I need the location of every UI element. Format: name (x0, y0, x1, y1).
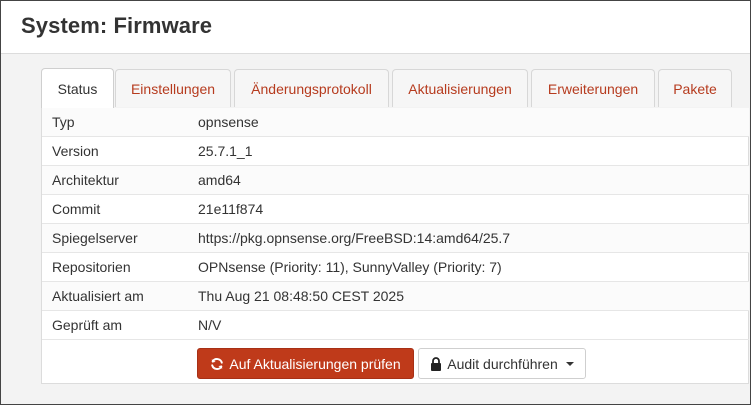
tab-label: Änderungsprotokoll (251, 80, 372, 97)
page-header: System: Firmware (1, 1, 750, 54)
table-row: Version 25.7.1_1 (42, 137, 749, 166)
row-value: N/V (198, 317, 222, 333)
row-label: Geprüft am (52, 317, 123, 333)
tab-status[interactable]: Status (41, 68, 114, 108)
row-value: 21e11f874 (198, 201, 264, 217)
tab-label: Einstellungen (130, 80, 216, 97)
row-value: opnsense (198, 114, 259, 130)
tab-aenderungsprotokoll[interactable]: Änderungsprotokoll (234, 69, 389, 107)
lock-icon (430, 356, 442, 371)
table-row: Architektur amd64 (42, 166, 749, 195)
tab-label: Pakete (673, 80, 717, 97)
row-value: https://pkg.opnsense.org/FreeBSD:14:amd6… (198, 230, 511, 246)
row-label: Architektur (52, 172, 119, 188)
row-label: Commit (52, 201, 101, 217)
tab-erweiterungen[interactable]: Erweiterungen (531, 69, 655, 107)
audit-label: Audit durchführen (447, 355, 558, 372)
table-row: Aktualisiert am Thu Aug 21 08:48:50 CEST… (42, 282, 749, 311)
row-label: Repositorien (52, 259, 131, 275)
tab-label: Erweiterungen (547, 80, 639, 97)
table-row: Repositorien OPNsense (Priority: 11), Su… (42, 253, 749, 282)
refresh-icon (210, 357, 224, 371)
check-updates-label: Auf Aktualisierungen prüfen (229, 355, 401, 372)
tab-label: Status (57, 80, 98, 97)
row-value: amd64 (198, 172, 241, 188)
row-label: Aktualisiert am (52, 288, 144, 304)
caret-down-icon (565, 361, 574, 366)
tab-pakete[interactable]: Pakete (658, 69, 732, 107)
table-row: Typ opnsense (42, 108, 749, 137)
row-label: Typ (52, 114, 75, 130)
audit-dropdown-button[interactable]: Audit durchführen (418, 348, 586, 379)
check-updates-button[interactable]: Auf Aktualisierungen prüfen (197, 348, 414, 379)
row-label: Spiegelserver (52, 230, 138, 246)
row-label: Version (52, 143, 99, 159)
row-value: Thu Aug 21 08:48:50 CEST 2025 (198, 288, 405, 304)
tab-einstellungen[interactable]: Einstellungen (115, 69, 231, 107)
table-row: Commit 21e11f874 (42, 195, 749, 224)
status-table: Typ opnsense Version 25.7.1_1 Architektu… (41, 108, 749, 384)
tab-aktualisierungen[interactable]: Aktualisierungen (392, 69, 528, 107)
firmware-panel: Status Einstellungen Änderungsprotokoll … (41, 68, 749, 384)
tab-label: Aktualisierungen (408, 80, 512, 97)
row-value: OPNsense (Priority: 11), SunnyValley (Pr… (198, 259, 502, 275)
page-title: System: Firmware (21, 13, 213, 38)
table-row: Spiegelserver https://pkg.opnsense.org/F… (42, 224, 749, 253)
table-row: Geprüft am N/V (42, 311, 749, 340)
row-value: 25.7.1_1 (198, 143, 253, 159)
tab-bar: Status Einstellungen Änderungsprotokoll … (41, 68, 749, 109)
